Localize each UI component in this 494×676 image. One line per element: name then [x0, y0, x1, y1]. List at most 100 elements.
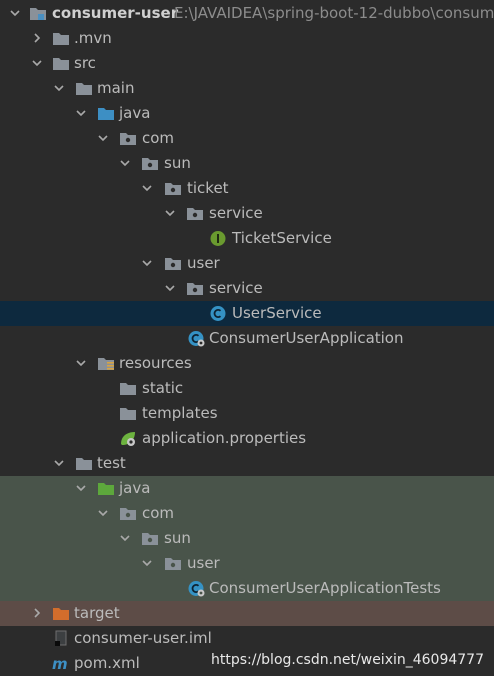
node-label-java-test: java — [119, 479, 151, 497]
chevron-down-icon[interactable] — [119, 157, 131, 169]
node-label-iml: consumer-user.iml — [74, 629, 212, 647]
node-label-user-service: service — [209, 279, 263, 297]
module-file-icon — [55, 630, 67, 646]
node-label-com-test: com — [142, 504, 175, 522]
chevron-down-icon[interactable] — [53, 82, 65, 94]
node-label-application-class: ConsumerUserApplication — [209, 329, 404, 347]
project-path: E:\JAVAIDEA\spring-boot-12-dubbo\consum — [174, 4, 494, 22]
package-icon — [165, 558, 181, 570]
package-icon — [120, 508, 136, 520]
node-label-mvn: .mvn — [74, 29, 112, 47]
node-label-main: main — [97, 79, 135, 97]
tree-row-application-tests-class[interactable]: ConsumerUserApplicationTests — [0, 576, 494, 601]
node-label-sun-main: sun — [164, 154, 191, 172]
spring-test-class-icon — [188, 581, 205, 597]
tree-row-application-properties[interactable]: application.properties — [0, 426, 494, 451]
tree-row-src[interactable]: src — [0, 51, 494, 76]
node-label-java-main: java — [119, 104, 151, 122]
chevron-down-icon[interactable] — [53, 457, 65, 469]
chevron-down-icon[interactable] — [75, 357, 87, 369]
excluded-folder-icon — [53, 608, 69, 620]
project-name: consumer-user — [52, 4, 179, 22]
tree-row-sun-test[interactable]: sun — [0, 526, 494, 551]
chevron-right-icon[interactable] — [31, 32, 43, 44]
node-label-application-tests-class: ConsumerUserApplicationTests — [209, 579, 441, 597]
chevron-down-icon[interactable] — [75, 107, 87, 119]
folder-icon — [120, 383, 136, 395]
node-label-pom: pom.xml — [74, 654, 140, 672]
node-label-target: target — [74, 604, 120, 622]
node-label-sun-test: sun — [164, 529, 191, 547]
package-icon — [142, 158, 158, 170]
interface-icon — [210, 231, 226, 246]
tree-row-target[interactable]: target — [0, 601, 494, 626]
node-label-ticket: ticket — [187, 179, 229, 197]
tree-row-resources[interactable]: resources — [0, 351, 494, 376]
node-label-userservice-class: UserService — [232, 304, 322, 322]
watermark-text: https://blog.csdn.net/weixin_46094777 — [210, 652, 484, 668]
chevron-down-icon[interactable] — [31, 57, 43, 69]
resources-folder-icon — [98, 358, 114, 370]
tree-row-main[interactable]: main — [0, 76, 494, 101]
tree-row-user-service[interactable]: service — [0, 276, 494, 301]
module-folder-icon — [30, 8, 46, 20]
tree-row-test[interactable]: test — [0, 451, 494, 476]
node-label-ticket-service: service — [209, 204, 263, 222]
class-icon — [210, 306, 226, 321]
chevron-down-icon[interactable] — [141, 182, 153, 194]
node-label-templates: templates — [142, 404, 218, 422]
svg-text:m: m — [52, 655, 68, 672]
tree-row-ticket[interactable]: ticket — [0, 176, 494, 201]
tree-row-templates[interactable]: templates — [0, 401, 494, 426]
chevron-down-icon[interactable] — [164, 282, 176, 294]
package-icon — [120, 133, 136, 145]
spring-properties-icon — [121, 432, 135, 446]
tree-row-userservice-class[interactable]: UserService — [0, 301, 494, 326]
tree-row-static[interactable]: static — [0, 376, 494, 401]
node-label-src: src — [74, 54, 96, 72]
project-tree: consumer-user E:\JAVAIDEA\spring-boot-12… — [0, 0, 494, 676]
chevron-down-icon[interactable] — [119, 532, 131, 544]
node-label-application-properties: application.properties — [142, 429, 307, 447]
chevron-down-icon[interactable] — [141, 257, 153, 269]
tree-row-com-test[interactable]: com — [0, 501, 494, 526]
tree-row-mvn[interactable]: .mvn — [0, 26, 494, 51]
tree-row-user[interactable]: user — [0, 251, 494, 276]
package-icon — [165, 258, 181, 270]
tree-row-com-main[interactable]: com — [0, 126, 494, 151]
node-label-resources: resources — [119, 354, 192, 372]
folder-icon — [76, 83, 92, 95]
test-root-folder-icon — [98, 483, 114, 495]
chevron-down-icon[interactable] — [9, 7, 21, 19]
node-label-user-test: user — [187, 554, 220, 572]
package-icon — [187, 208, 203, 220]
package-icon — [142, 533, 158, 545]
tree-row-ticket-service[interactable]: service — [0, 201, 494, 226]
tree-row-ticketservice-class[interactable]: TicketService — [0, 226, 494, 251]
folder-icon — [53, 58, 69, 70]
tree-row-sun-main[interactable]: sun — [0, 151, 494, 176]
maven-icon: m — [52, 655, 68, 672]
package-icon — [165, 183, 181, 195]
node-label-com-main: com — [142, 129, 175, 147]
chevron-down-icon[interactable] — [164, 207, 176, 219]
chevron-down-icon[interactable] — [97, 132, 109, 144]
chevron-down-icon[interactable] — [75, 482, 87, 494]
tree-row-user-test[interactable]: user — [0, 551, 494, 576]
tree-row-iml[interactable]: consumer-user.iml — [0, 626, 494, 651]
tree-row-java-test[interactable]: java — [0, 476, 494, 501]
node-label-user: user — [187, 254, 220, 272]
package-icon — [187, 283, 203, 295]
chevron-right-icon[interactable] — [31, 607, 43, 619]
source-root-folder-icon — [98, 108, 114, 120]
node-label-ticketservice-class: TicketService — [232, 229, 332, 247]
folder-icon — [120, 408, 136, 420]
tree-row-project-root[interactable]: consumer-user E:\JAVAIDEA\spring-boot-12… — [0, 1, 494, 26]
tree-row-java-main[interactable]: java — [0, 101, 494, 126]
chevron-down-icon[interactable] — [97, 507, 109, 519]
chevron-down-icon[interactable] — [141, 557, 153, 569]
node-label-test: test — [97, 454, 126, 472]
tree-row-application-class[interactable]: ConsumerUserApplication — [0, 326, 494, 351]
folder-icon — [53, 33, 69, 45]
node-label-static: static — [142, 379, 184, 397]
